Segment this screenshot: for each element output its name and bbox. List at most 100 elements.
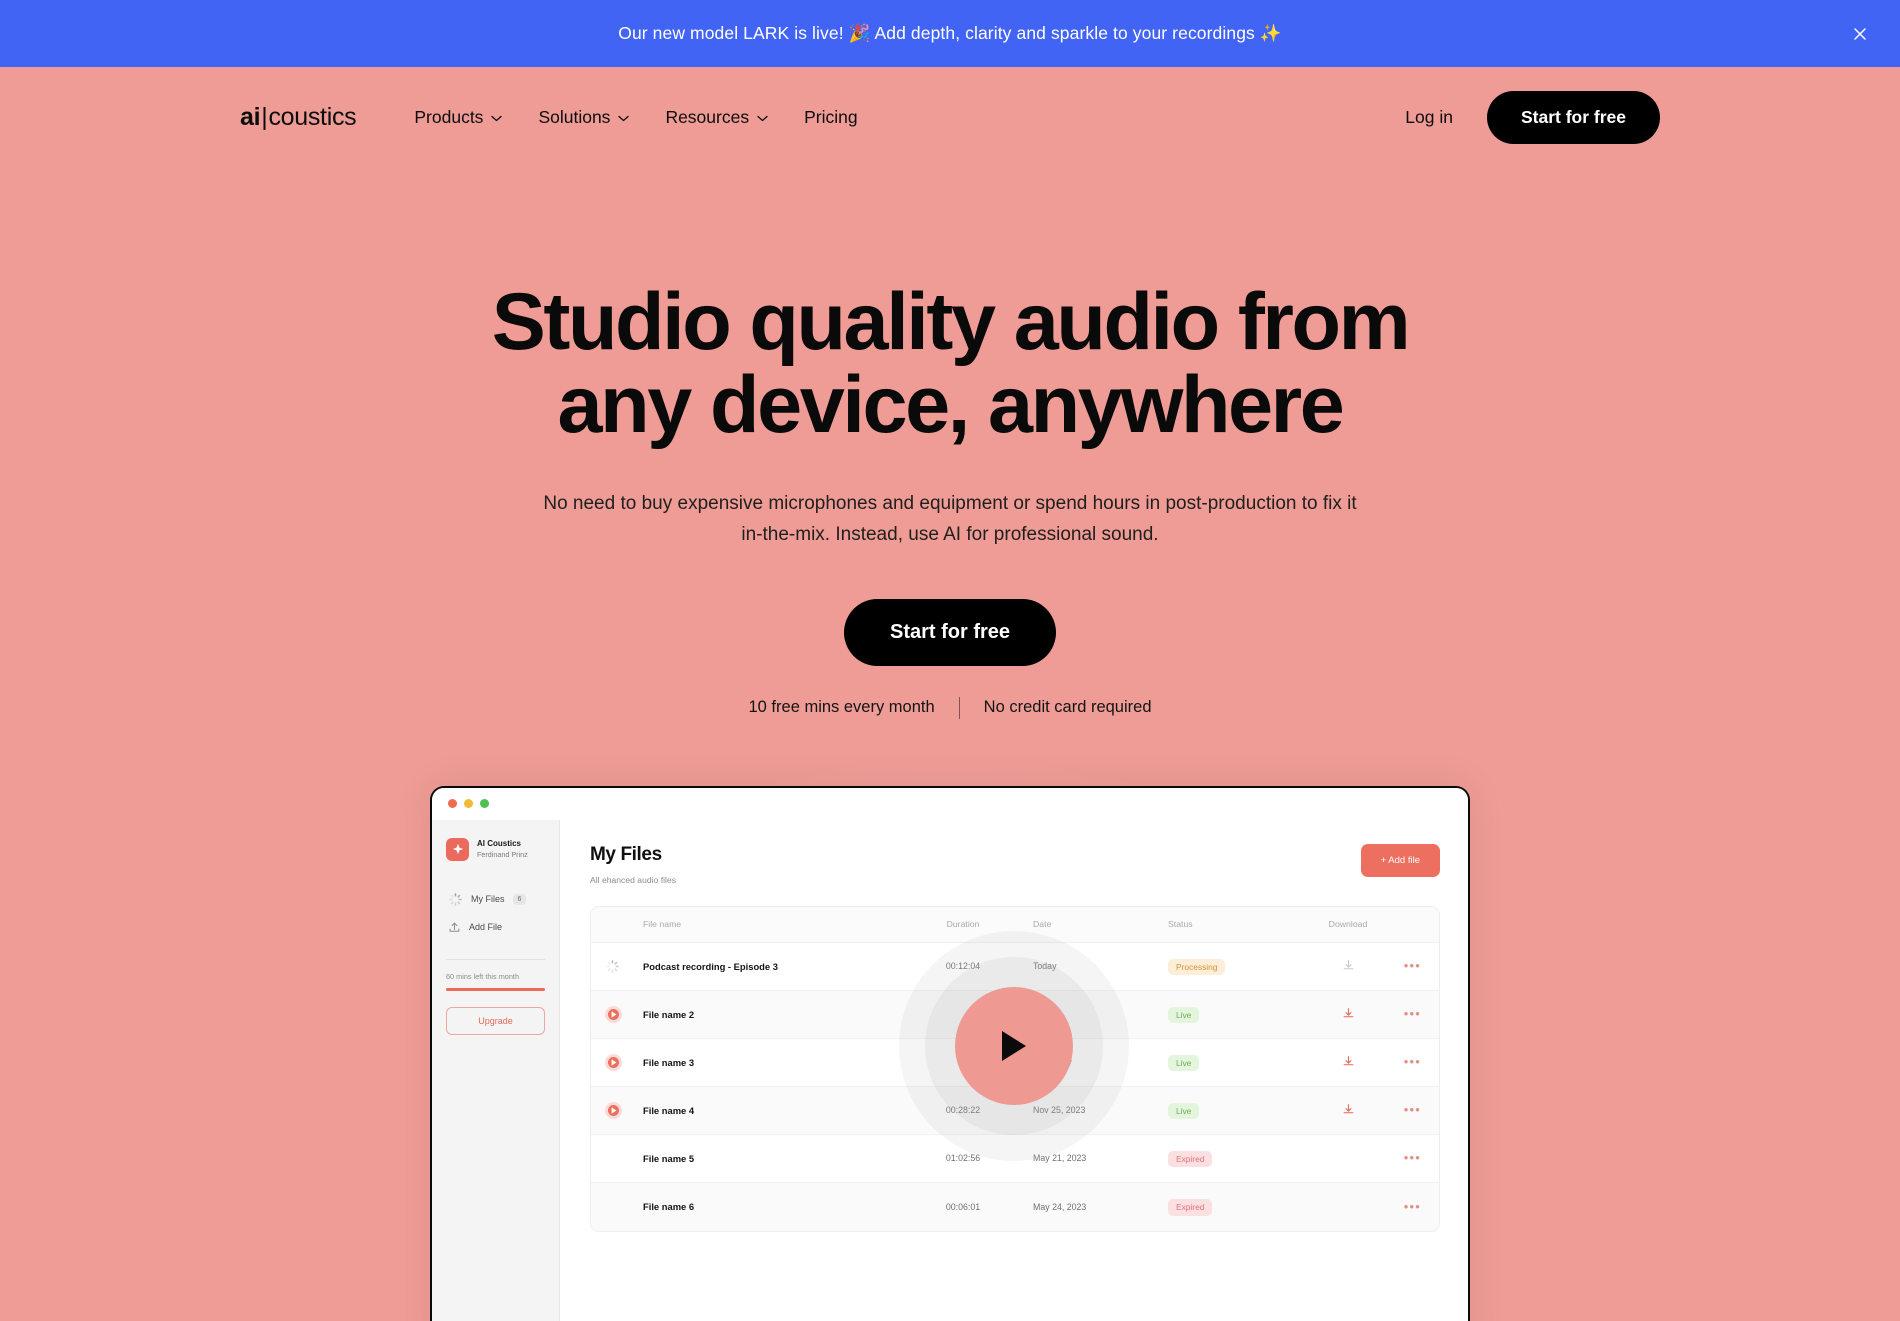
hero-meta: 10 free mins every month No credit card …	[0, 696, 1900, 719]
row-download-cell[interactable]	[1293, 1053, 1403, 1071]
row-file-name: File name 2	[643, 1008, 695, 1020]
account-block[interactable]: AI Coustics Ferdinand Prinz	[446, 837, 545, 861]
window-close-dot[interactable]	[448, 799, 457, 809]
play-triangle-icon	[611, 1058, 616, 1066]
app-main-content: My Files All ehanced audio files + Add f…	[560, 819, 1468, 1321]
status-badge: Live	[1168, 1006, 1200, 1024]
play-icon[interactable]	[605, 1005, 622, 1023]
nav-item-pricing-label: Pricing	[804, 106, 858, 127]
row-more-actions[interactable]: •••	[1403, 1101, 1421, 1119]
row-file-name: File name 5	[643, 1152, 695, 1164]
download-icon	[1343, 1008, 1353, 1018]
logo-coustics-text: coustics	[268, 102, 357, 131]
row-status-cell: Expired	[1168, 1149, 1293, 1168]
hero-copy: Studio quality audio from any device, an…	[0, 167, 1900, 719]
app-mockup-wrapper: AI Coustics Ferdinand Prinz My Files 6 A…	[430, 785, 1470, 1321]
play-video-button[interactable]	[955, 986, 1073, 1105]
more-icon: •••	[1403, 1198, 1421, 1214]
play-icon[interactable]	[605, 1101, 622, 1119]
play-triangle-icon	[611, 1010, 616, 1018]
row-more-actions[interactable]: •••	[1403, 1005, 1421, 1023]
download-icon	[1343, 1056, 1353, 1066]
row-download-cell[interactable]	[1293, 1101, 1403, 1119]
window-minimize-dot[interactable]	[464, 799, 473, 809]
brand-logo[interactable]: ai|coustics	[240, 102, 357, 132]
row-duration: 01:02:56	[945, 1153, 981, 1164]
table-row[interactable]: File name 6 00:06:01 May 24, 2023 Expire…	[591, 1182, 1439, 1231]
table-header-status: Status	[1168, 919, 1193, 930]
app-page-subtitle: All ehanced audio files	[590, 874, 676, 885]
download-icon	[1343, 1104, 1353, 1114]
spinner-icon	[606, 959, 619, 973]
announcement-banner: Our new model LARK is live! 🎉 Add depth,…	[0, 0, 1900, 67]
row-date: May 21, 2023	[1033, 1153, 1087, 1164]
more-icon: •••	[1403, 1150, 1421, 1166]
hero-subtitle: No need to buy expensive microphones and…	[535, 488, 1365, 551]
more-icon: •••	[1403, 1102, 1421, 1118]
row-duration: 00:12:04	[945, 961, 981, 972]
mockup-body: AI Coustics Ferdinand Prinz My Files 6 A…	[432, 819, 1468, 1321]
more-icon: •••	[1403, 1054, 1421, 1070]
row-status-cell: Expired	[1168, 1197, 1293, 1216]
row-status-icon[interactable]	[605, 1005, 643, 1023]
nav-item-solutions[interactable]: Solutions	[538, 107, 630, 128]
main-navigation: ai|coustics Products Solutions Resources…	[0, 67, 1900, 167]
hero-section: ai|coustics Products Solutions Resources…	[0, 67, 1900, 1321]
row-status-cell: Processing	[1168, 957, 1293, 976]
table-header-date: Date	[1033, 919, 1052, 930]
sidebar-divider	[446, 958, 545, 960]
account-name: AI Coustics	[477, 839, 522, 849]
upgrade-button[interactable]: Upgrade	[446, 1006, 545, 1035]
logo-ai-text: ai	[240, 102, 261, 131]
close-icon[interactable]	[1844, 18, 1876, 50]
row-date: May 24, 2023	[1033, 1201, 1087, 1212]
row-date: Nov 25, 2023	[1033, 1105, 1086, 1116]
quota-text: 60 mins left this month	[446, 971, 520, 981]
row-more-actions[interactable]: •••	[1403, 1053, 1421, 1071]
hero-start-for-free-button[interactable]: Start for free	[843, 598, 1057, 666]
row-status-icon[interactable]	[605, 1053, 643, 1071]
sidebar-item-add-file[interactable]: Add File	[446, 914, 545, 941]
nav-start-for-free-button[interactable]: Start for free	[1486, 90, 1660, 144]
nav-item-resources[interactable]: Resources	[665, 107, 768, 128]
hero-title-line-2: any device, anywhere	[557, 360, 1345, 451]
more-icon: •••	[1403, 958, 1421, 974]
login-link[interactable]: Log in	[1393, 99, 1465, 136]
chevron-down-icon	[491, 115, 503, 121]
row-more-actions[interactable]: •••	[1403, 957, 1421, 975]
row-download-cell[interactable]	[1293, 957, 1403, 975]
table-row[interactable]: File name 5 01:02:56 May 21, 2023 Expire…	[591, 1135, 1439, 1183]
app-content-header: My Files All ehanced audio files + Add f…	[590, 843, 1440, 885]
sidebar-item-my-files[interactable]: My Files 6	[446, 885, 545, 914]
play-icon[interactable]	[605, 1053, 622, 1071]
row-download-cell[interactable]	[1293, 1005, 1403, 1023]
app-sidebar: AI Coustics Ferdinand Prinz My Files 6 A…	[432, 819, 560, 1321]
play-triangle-icon	[1002, 1030, 1026, 1061]
add-file-button[interactable]: + Add file	[1360, 843, 1440, 877]
announcement-text: Our new model LARK is live! 🎉 Add depth,…	[618, 23, 1282, 43]
row-status-icon[interactable]	[605, 1101, 643, 1119]
app-header-text: My Files All ehanced audio files	[590, 844, 676, 885]
app-mockup-window: AI Coustics Ferdinand Prinz My Files 6 A…	[430, 785, 1470, 1321]
nav-actions: Log in Start for free	[1393, 90, 1660, 144]
row-more-actions[interactable]: •••	[1403, 1198, 1421, 1216]
table-row[interactable]: Podcast recording - Episode 3 00:12:04 T…	[591, 943, 1439, 991]
table-header-file-name: File name	[643, 919, 682, 930]
play-triangle-icon	[611, 1106, 616, 1114]
account-user: Ferdinand Prinz	[477, 849, 528, 859]
hero-meta-free-mins: 10 free mins every month	[748, 698, 935, 717]
row-status-cell: Live	[1168, 1005, 1293, 1024]
nav-item-products-label: Products	[414, 106, 484, 127]
logo-divider-text: |	[261, 102, 268, 131]
row-file-name: File name 6	[643, 1201, 695, 1213]
nav-item-products[interactable]: Products	[414, 106, 503, 128]
nav-item-pricing[interactable]: Pricing	[804, 107, 858, 128]
spinner-icon	[449, 892, 462, 906]
window-maximize-dot[interactable]	[480, 799, 489, 809]
status-badge: Live	[1168, 1102, 1200, 1120]
hero-title-line-1: Studio quality audio from	[491, 277, 1411, 367]
row-more-actions[interactable]: •••	[1403, 1149, 1421, 1167]
row-duration: 00:28:22	[945, 1105, 981, 1116]
chevron-down-icon	[757, 115, 768, 121]
account-text: AI Coustics Ferdinand Prinz	[477, 839, 528, 859]
